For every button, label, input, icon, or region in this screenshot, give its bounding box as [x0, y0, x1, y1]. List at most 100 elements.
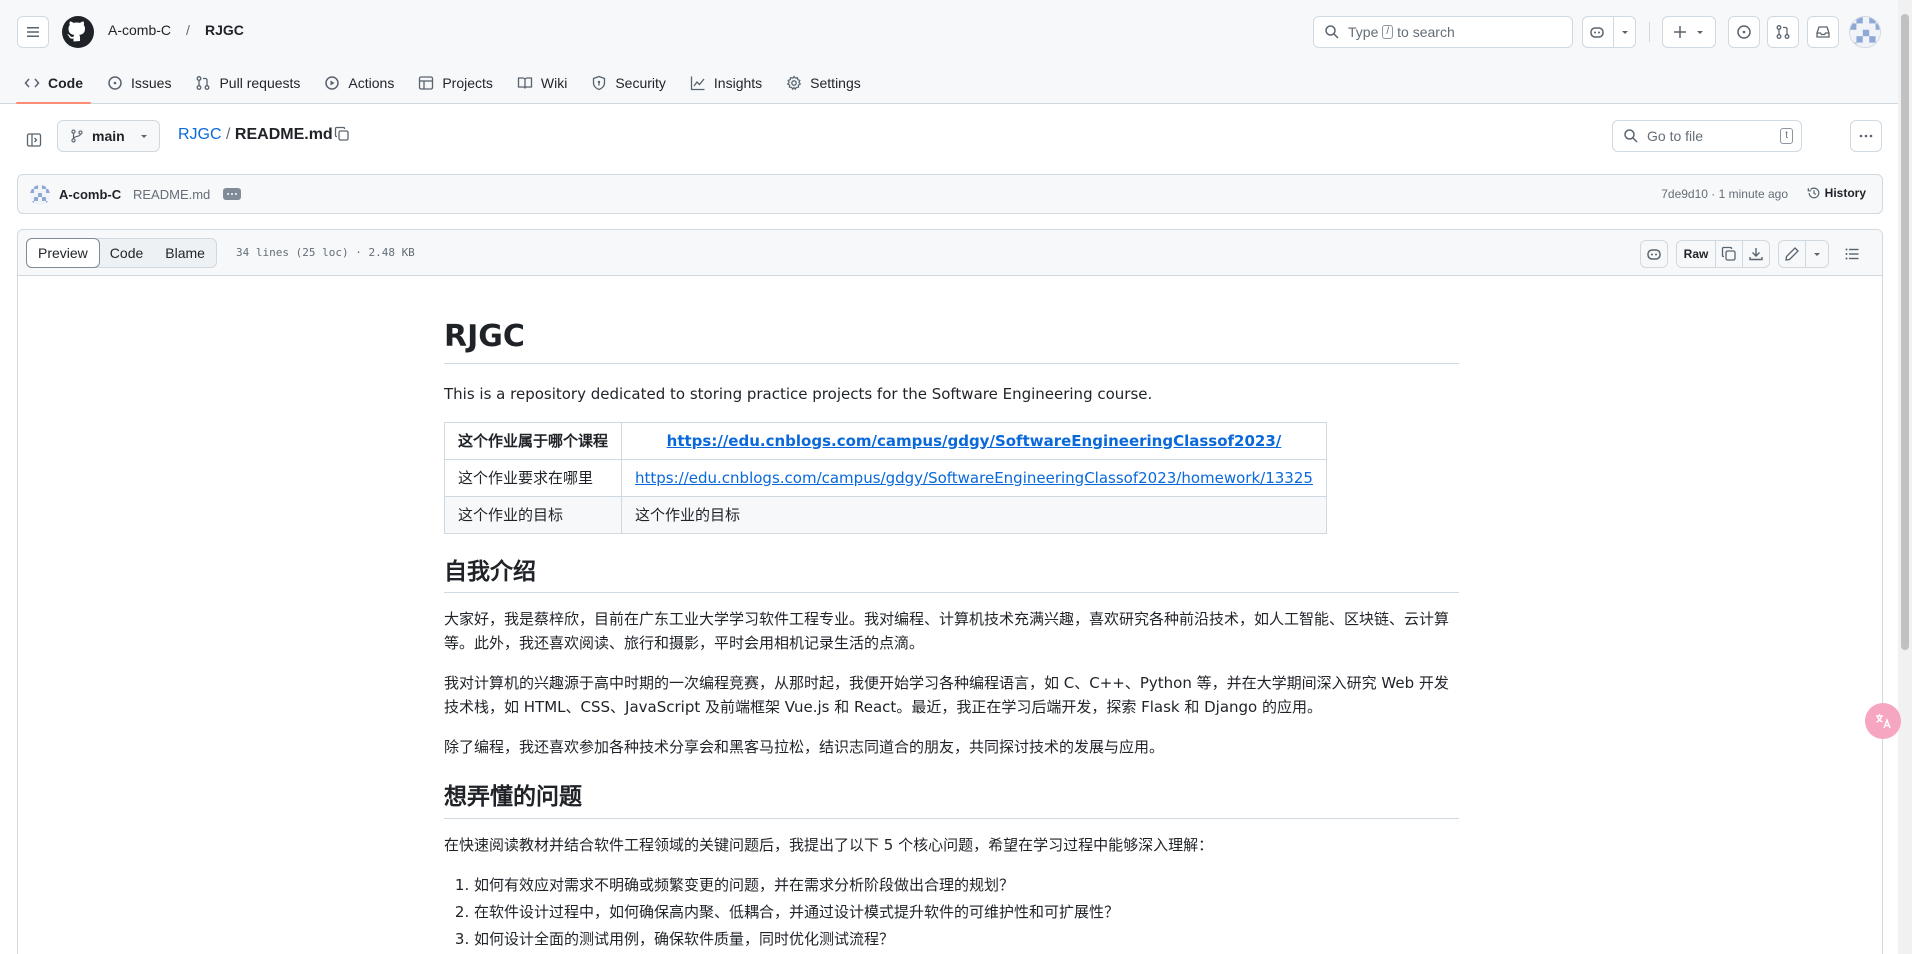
more-options-button[interactable] — [1850, 120, 1882, 152]
history-button[interactable]: History — [1807, 186, 1866, 200]
edit-options-dropdown[interactable] — [1805, 240, 1829, 268]
outline-button[interactable] — [1838, 240, 1866, 268]
breadcrumb-repo[interactable]: RJGC — [205, 22, 244, 38]
breadcrumb-owner[interactable]: A-comb-C — [108, 22, 171, 38]
chevron-down-icon — [140, 135, 147, 138]
table-cell: 这个作业的目标 — [443, 495, 623, 534]
tab-label: Issues — [131, 75, 172, 91]
copilot-button[interactable] — [1582, 16, 1636, 48]
tab-projects[interactable]: Projects — [410, 62, 501, 104]
commit-message[interactable]: README.md — [133, 187, 210, 202]
paragraph: 大家好，我是蔡梓欣，目前在广东工业大学学习软件工程专业。我对编程、计算机技术充满… — [444, 610, 1450, 653]
questions-list: 如何有效应对需求不明确或频繁变更的问题，并在需求分析阶段做出合理的规划？ 在软件… — [444, 873, 1459, 951]
history-label: History — [1824, 186, 1866, 200]
go-to-file-input[interactable]: Go to file t — [1612, 120, 1802, 152]
git-pull-request-icon — [1776, 25, 1790, 39]
tab-label: Pull requests — [219, 75, 301, 91]
inbox-icon — [1816, 26, 1830, 38]
github-logo-icon[interactable] — [62, 16, 94, 48]
tab-pull-requests[interactable]: Pull requests — [187, 62, 308, 104]
commit-author[interactable]: A-comb-C — [59, 187, 121, 202]
tab-actions[interactable]: Actions — [316, 62, 402, 104]
graph-icon — [690, 76, 705, 91]
chevron-down-icon — [1697, 31, 1703, 34]
copy-icon — [1721, 246, 1736, 261]
edit-file-button[interactable] — [1778, 240, 1806, 268]
download-button[interactable] — [1742, 240, 1770, 268]
user-avatar[interactable] — [1849, 16, 1881, 48]
branch-selector[interactable]: main — [57, 120, 160, 152]
tab-settings[interactable]: Settings — [778, 62, 869, 104]
sidebar-expand-icon — [26, 133, 42, 147]
git-pull-request-icon — [197, 76, 210, 90]
author-avatar[interactable] — [30, 185, 50, 205]
table-header-row: 这个作业属于哪个课程 https://edu.cnblogs.com/campu… — [443, 421, 1327, 460]
breadcrumb-repo-link[interactable]: RJGC — [178, 126, 222, 143]
raw-button[interactable]: Raw — [1676, 240, 1716, 268]
section-heading-intro: 自我介绍 — [444, 558, 1459, 594]
pull-requests-button[interactable] — [1767, 16, 1799, 48]
menu-button[interactable] — [17, 16, 49, 48]
tab-label: Insights — [713, 75, 763, 91]
identicon-icon — [1850, 17, 1880, 47]
copy-icon — [334, 126, 349, 141]
create-new-button[interactable] — [1662, 16, 1716, 48]
paragraph: 我对计算机的兴趣源于高中时期的一次编程竞赛，从那时起，我便开始学习各种编程语言，… — [444, 674, 1449, 717]
translate-widget-button[interactable] — [1865, 703, 1901, 739]
inbox-button[interactable] — [1807, 16, 1839, 48]
tab-label: Security — [615, 75, 666, 91]
latest-commit-bar: A-comb-C README.md 7de9d10 · 1 minute ag… — [17, 174, 1883, 214]
homework-link[interactable]: https://edu.cnblogs.com/campus/gdgy/Soft… — [635, 469, 1313, 487]
breadcrumb-separator: / — [186, 22, 190, 38]
table-header-cell: 这个作业属于哪个课程 — [443, 421, 623, 460]
issue-opened-icon — [108, 76, 122, 90]
tab-label: Code — [48, 75, 83, 91]
download-icon — [1749, 248, 1763, 261]
repo-navigation: Code Issues Pull requests Actions Projec… — [16, 62, 877, 104]
kebab-horizontal-icon — [1859, 134, 1873, 138]
tab-code-view[interactable]: Code — [99, 239, 154, 267]
tab-code[interactable]: Code — [16, 62, 91, 104]
app-header: A-comb-C / RJGC Type / to search Code Is… — [0, 0, 1912, 104]
shield-icon — [593, 75, 606, 91]
tab-wiki[interactable]: Wiki — [509, 62, 575, 104]
breadcrumb-separator: / — [226, 126, 231, 143]
file-breadcrumb: RJGC / README.md — [178, 126, 333, 144]
copilot-icon — [1647, 249, 1661, 260]
tab-label: Actions — [348, 75, 395, 91]
tab-label: Projects — [442, 75, 493, 91]
copy-raw-button[interactable] — [1715, 240, 1743, 268]
scrollbar-thumb[interactable] — [1901, 14, 1909, 650]
list-unordered-icon — [1845, 248, 1859, 260]
page-scrollbar[interactable] — [1898, 0, 1912, 954]
git-branch-icon — [71, 129, 83, 143]
expand-commit-message-button[interactable] — [223, 188, 241, 200]
course-link[interactable]: https://edu.cnblogs.com/campus/gdgy/Soft… — [667, 432, 1282, 450]
commit-sha-time[interactable]: 7de9d10 · 1 minute ago — [1661, 187, 1788, 201]
paragraph: 在快速阅读教材并结合软件工程领域的关键问题后，我提出了以下 5 个核心问题，希望… — [444, 836, 1214, 854]
code-icon — [24, 78, 40, 88]
search-icon — [1325, 25, 1339, 39]
tab-issues[interactable]: Issues — [99, 62, 179, 104]
readme-intro: This is a repository dedicated to storin… — [444, 384, 1153, 403]
copilot-file-button[interactable] — [1640, 240, 1668, 268]
tab-blame[interactable]: Blame — [154, 239, 216, 267]
search-input[interactable]: Type / to search — [1313, 16, 1573, 48]
search-prefix: Type — [1348, 24, 1379, 40]
sidebar-toggle-button[interactable] — [18, 124, 50, 156]
copy-path-button[interactable] — [334, 126, 354, 146]
tab-preview[interactable]: Preview — [26, 238, 100, 268]
readme-content: RJGC This is a repository dedicated to s… — [443, 318, 1459, 954]
tab-insights[interactable]: Insights — [682, 62, 770, 104]
table-header-cell: https://edu.cnblogs.com/campus/gdgy/Soft… — [621, 421, 1327, 460]
tab-security[interactable]: Security — [583, 62, 674, 104]
history-icon — [1807, 187, 1820, 199]
table-row: 这个作业的目标 这个作业的目标 — [443, 495, 1327, 534]
file-meta: 34 lines (25 loc) · 2.48 KB — [236, 246, 415, 259]
list-item: 如何有效应对需求不明确或频繁变更的问题，并在需求分析阶段做出合理的规划？ — [474, 873, 1459, 897]
plus-icon — [1674, 26, 1686, 38]
search-shortcut-key: / — [1382, 25, 1394, 39]
issues-button[interactable] — [1728, 16, 1760, 48]
translate-icon — [1876, 714, 1891, 729]
view-mode-segmented-control: Preview Code Blame — [26, 238, 217, 268]
